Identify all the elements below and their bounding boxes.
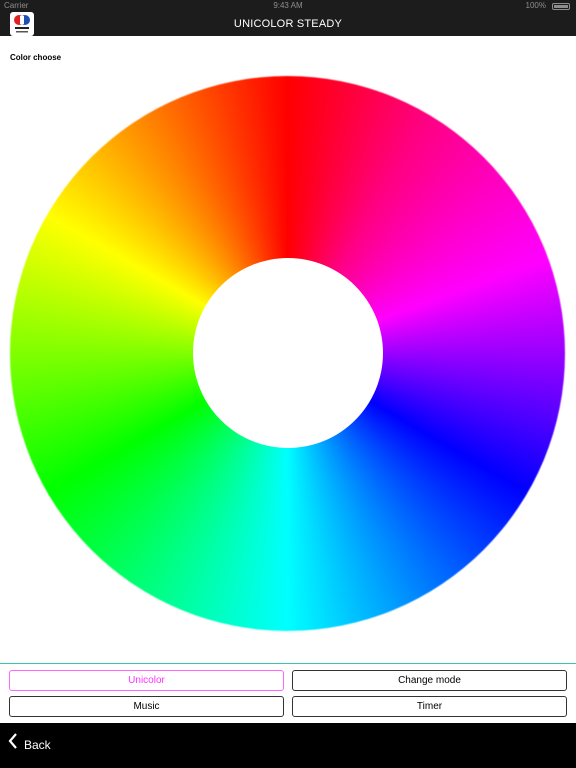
battery-percentage: 100% (525, 1, 546, 10)
page-title: UNICOLOR STEADY (233, 18, 343, 30)
color-wheel-center (193, 258, 383, 448)
navigation-bar: UNICOLOR STEADY (0, 12, 576, 36)
status-bar: Carrier 9:43 AM 100% (0, 0, 576, 12)
divider (0, 663, 576, 664)
change-mode-button[interactable]: Change mode (292, 670, 567, 691)
unicolor-button[interactable]: Unicolor (9, 670, 284, 691)
clock: 9:43 AM (273, 1, 303, 10)
color-choose-label: Color choose (10, 53, 62, 62)
back-button[interactable]: Back (8, 723, 51, 768)
timer-button[interactable]: Timer (292, 696, 567, 717)
chevron-left-icon (8, 723, 18, 768)
battery-icon (552, 3, 570, 10)
music-button[interactable]: Music (9, 696, 284, 717)
back-label: Back (24, 738, 51, 752)
footer-bar: Back (0, 723, 576, 768)
